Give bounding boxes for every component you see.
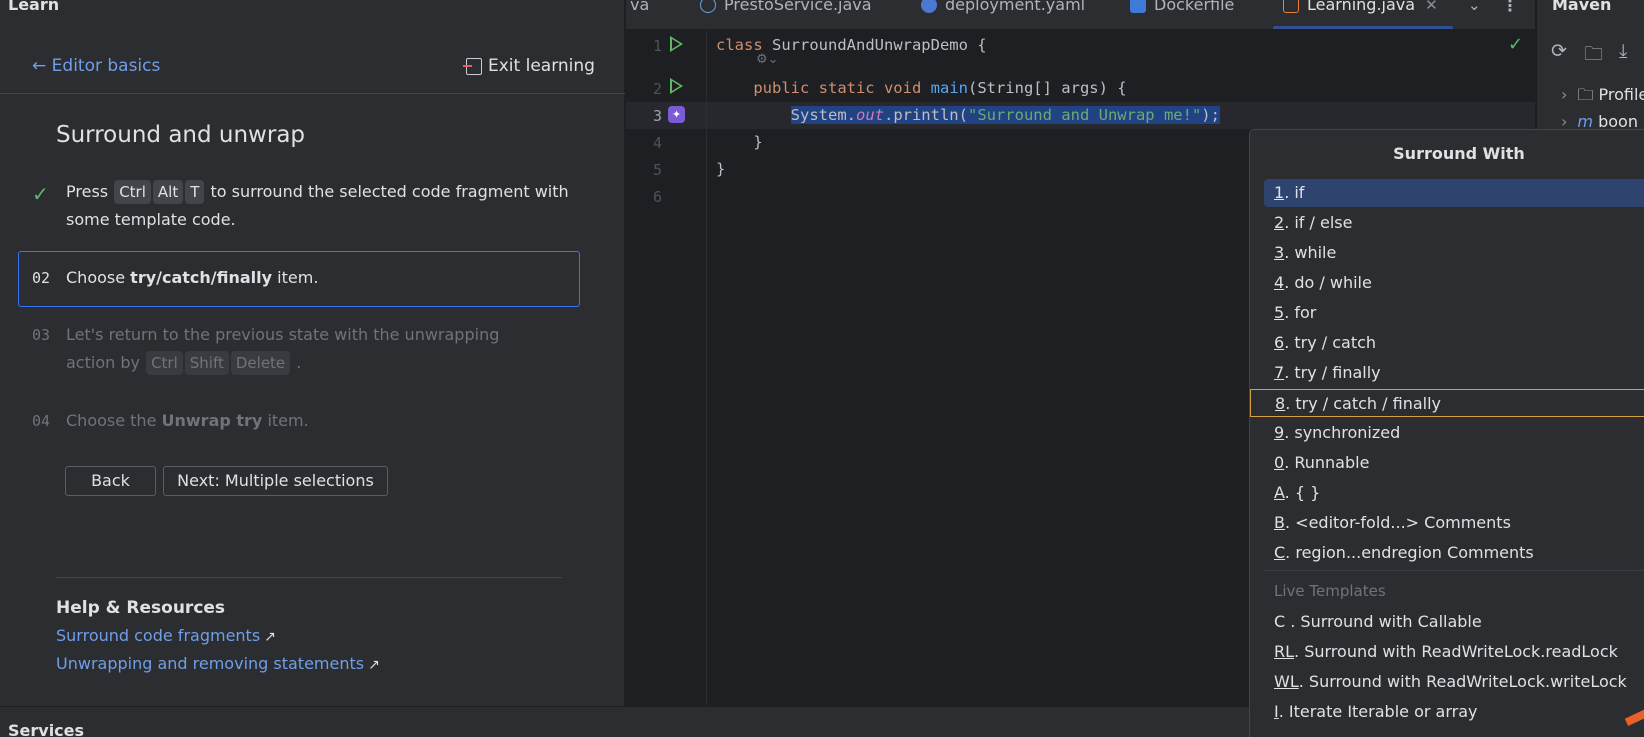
step-number: 02 bbox=[32, 269, 51, 287]
surround-with-popup: Surround With 1. if 2. if / else 3. whil… bbox=[1249, 129, 1644, 737]
folder-sync-icon[interactable]: 🗀 bbox=[1584, 40, 1603, 72]
reload-icon[interactable]: ⟳ bbox=[1551, 40, 1567, 62]
surround-option-while[interactable]: 3. while bbox=[1264, 239, 1644, 267]
key-ctrl: Ctrl bbox=[114, 180, 151, 204]
kubernetes-icon bbox=[921, 0, 937, 13]
back-link-label: Editor basics bbox=[51, 56, 161, 76]
maven-title: Maven bbox=[1552, 0, 1612, 14]
help-link-surround[interactable]: Surround code fragments ↗ bbox=[56, 626, 276, 645]
step-1-text: Press Ctrl Alt T to surround the selected … bbox=[66, 180, 569, 229]
line-number: 4 bbox=[652, 134, 662, 152]
learn-panel-title: Learn bbox=[8, 0, 60, 14]
help-link-unwrap[interactable]: Unwrapping and removing statements ↗ bbox=[56, 654, 380, 673]
more-options-icon[interactable]: ⋮ bbox=[1502, 0, 1518, 15]
surround-option-if-else[interactable]: 2. if / else bbox=[1264, 209, 1644, 237]
run-icon[interactable] bbox=[670, 36, 683, 52]
line-number: 3 bbox=[652, 107, 662, 125]
step-number: 04 bbox=[32, 412, 51, 430]
lesson-title: Surround and unwrap bbox=[56, 122, 306, 148]
template-readlock[interactable]: RL. Surround with ReadWriteLock.readLock bbox=[1264, 638, 1644, 666]
popup-separator bbox=[1264, 570, 1644, 571]
surround-option-editor-fold[interactable]: B. <editor-fold...> Comments bbox=[1264, 509, 1644, 537]
services-title[interactable]: Services bbox=[8, 721, 84, 737]
template-writelock[interactable]: WL. Surround with ReadWriteLock.writeLoc… bbox=[1264, 668, 1644, 696]
key-shift: Shift bbox=[184, 351, 229, 375]
surround-option-if[interactable]: 1. if bbox=[1264, 179, 1644, 207]
lesson-step-2: 02 Choose try/catch/finally item. bbox=[18, 251, 580, 307]
learn-nav-bar: ← Editor basics Exit learning bbox=[0, 52, 625, 94]
external-link-icon: ↗ bbox=[264, 629, 276, 645]
folder-icon: 🗀 bbox=[1577, 85, 1599, 104]
download-icon[interactable]: ⤓ bbox=[1619, 40, 1627, 62]
intention-bulb-icon[interactable]: ✦ bbox=[668, 106, 685, 123]
java-file-icon bbox=[1283, 0, 1299, 13]
next-lesson-button[interactable]: Next: Multiple selections bbox=[163, 466, 388, 496]
key-ctrl: Ctrl bbox=[146, 351, 183, 375]
step-2-text: Choose try/catch/finally item. bbox=[66, 268, 319, 287]
divider bbox=[56, 577, 562, 578]
line-number: 2 bbox=[652, 80, 662, 98]
code-line-4: } bbox=[753, 133, 763, 151]
no-problems-check-icon[interactable]: ✓ bbox=[1508, 34, 1523, 55]
live-templates-section-label: Live Templates bbox=[1274, 582, 1386, 600]
surround-option-try-catch-finally[interactable]: 8. try / catch / finally bbox=[1250, 389, 1644, 417]
back-button[interactable]: Back bbox=[65, 466, 156, 496]
code-line-5: } bbox=[716, 160, 726, 178]
template-iterate[interactable]: I. Iterate Iterable or array bbox=[1264, 698, 1644, 726]
tab-partial-java[interactable]: va bbox=[630, 0, 649, 14]
surround-option-braces[interactable]: A. { } bbox=[1264, 479, 1644, 507]
template-surround-callable[interactable]: C . Surround with Callable bbox=[1264, 608, 1644, 636]
chevron-right-icon: › bbox=[1561, 85, 1568, 104]
exit-icon bbox=[463, 57, 482, 75]
editor-basics-back-link[interactable]: ← Editor basics bbox=[32, 56, 160, 76]
exit-learning-label: Exit learning bbox=[488, 56, 595, 76]
check-icon: ✓ bbox=[32, 182, 49, 206]
code-line-2: public static void main(String[] args) { bbox=[753, 79, 1127, 97]
surround-option-runnable[interactable]: 0. Runnable bbox=[1264, 449, 1644, 477]
external-link-icon: ↗ bbox=[368, 657, 380, 673]
step-3-text: Let's return to the previous state with … bbox=[66, 321, 546, 377]
code-line-3: System.out.println("Surround and Unwrap … bbox=[716, 106, 1220, 124]
exit-learning-button[interactable]: Exit learning bbox=[463, 56, 595, 76]
docker-icon bbox=[1130, 0, 1146, 13]
tab-learning-java[interactable]: Learning.java ✕ bbox=[1283, 0, 1438, 14]
selected-code: System.out.println("Surround and Unwrap … bbox=[790, 106, 1220, 124]
run-icon[interactable] bbox=[670, 78, 683, 94]
line-number: 5 bbox=[652, 161, 662, 179]
key-delete: Delete bbox=[230, 351, 291, 375]
surround-option-for[interactable]: 5. for bbox=[1264, 299, 1644, 327]
java-class-icon bbox=[700, 0, 716, 13]
surround-option-synchronized[interactable]: 9. synchronized bbox=[1264, 419, 1644, 447]
chevron-down-icon[interactable]: ⌄ bbox=[1468, 0, 1481, 14]
close-icon[interactable]: ✕ bbox=[1425, 0, 1438, 14]
step-4-text: Choose the Unwrap try item. bbox=[66, 411, 309, 430]
surround-option-try-catch[interactable]: 6. try / catch bbox=[1264, 329, 1644, 357]
learn-panel: Learn ← Editor basics Exit learning Surr… bbox=[0, 0, 625, 706]
maven-tree-profiles[interactable]: › 🗀 Profile bbox=[1561, 84, 1644, 111]
editor-gutter: 1 2 3 ✦ 4 5 6 bbox=[626, 30, 707, 706]
tab-deployment-yaml[interactable]: deployment.yaml bbox=[921, 0, 1085, 14]
surround-option-region[interactable]: C. region...endregion Comments bbox=[1264, 539, 1644, 567]
surround-option-do-while[interactable]: 4. do / while bbox=[1264, 269, 1644, 297]
popup-title: Surround With bbox=[1393, 144, 1525, 163]
services-panel: Services bbox=[0, 706, 1249, 737]
step-number: 03 bbox=[32, 326, 51, 344]
key-t: T bbox=[185, 180, 205, 204]
editor-tab-bar: va PrestoService.java deployment.yaml Do… bbox=[626, 0, 1535, 30]
tab-dockerfile[interactable]: Dockerfile bbox=[1130, 0, 1234, 14]
key-alt: Alt bbox=[152, 180, 184, 204]
line-number: 1 bbox=[652, 37, 662, 55]
tab-presto-service[interactable]: PrestoService.java bbox=[700, 0, 872, 14]
help-resources-title: Help & Resources bbox=[56, 598, 226, 618]
arrow-left-icon: ← bbox=[32, 56, 47, 76]
inlay-hint-icon[interactable]: ⚙⌄ bbox=[756, 52, 779, 67]
line-number: 6 bbox=[652, 188, 662, 206]
surround-option-try-finally[interactable]: 7. try / finally bbox=[1264, 359, 1644, 387]
